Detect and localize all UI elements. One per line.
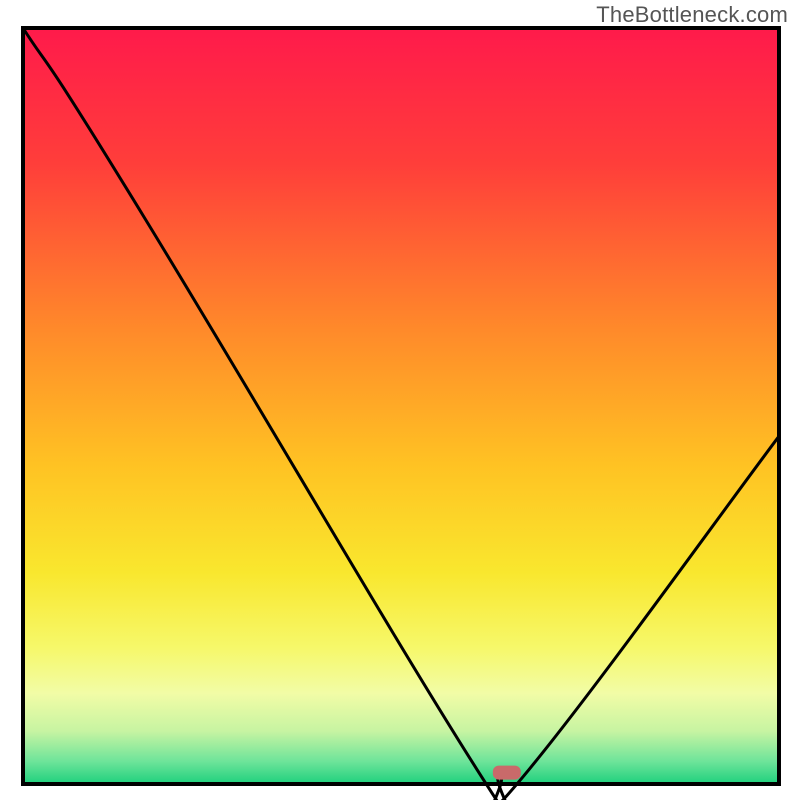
plot-background bbox=[23, 28, 779, 784]
watermark-text: TheBottleneck.com bbox=[596, 2, 788, 28]
optimal-point-marker bbox=[493, 766, 521, 780]
bottleneck-chart bbox=[0, 0, 800, 800]
